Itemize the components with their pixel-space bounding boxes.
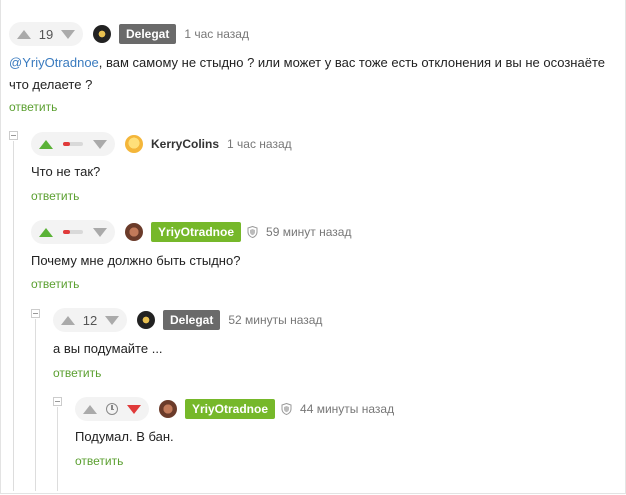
upvote-arrow-icon[interactable] [17, 29, 31, 39]
comment-1-header: 19 Delegat 1 час назад [9, 22, 249, 46]
comment-4-text: а вы подумайте ... [53, 341, 163, 356]
collapse-icon[interactable] [31, 309, 40, 318]
score: 19 [38, 26, 54, 42]
timestamp[interactable]: 1 час назад [227, 137, 292, 151]
thread-line [57, 407, 58, 491]
author-badge[interactable]: Delegat [119, 24, 177, 44]
avatar[interactable] [125, 135, 143, 153]
downvote-arrow-icon[interactable] [61, 29, 75, 39]
collapse-icon[interactable] [9, 131, 18, 140]
comment-5-text: Подумал. В бан. [75, 429, 174, 444]
timestamp[interactable]: 52 минуты назад [228, 313, 322, 327]
score: 12 [82, 312, 98, 328]
reply-link[interactable]: ответить [53, 366, 101, 380]
rating-bar-icon [63, 230, 83, 234]
rating-bar-icon [63, 142, 83, 146]
avatar[interactable] [93, 25, 111, 43]
comment-4-header: 12 Delegat 52 минуты назад [53, 308, 322, 332]
upvote-arrow-icon[interactable] [39, 139, 53, 149]
mention-link[interactable]: @YriyOtradnoe [9, 55, 99, 70]
vote-control [31, 132, 115, 156]
downvote-arrow-icon[interactable] [93, 227, 107, 237]
downvote-arrow-icon[interactable] [93, 139, 107, 149]
vote-control [31, 220, 115, 244]
comment-body: , вам самому не стыдно ? или может у вас… [98, 55, 605, 70]
collapse-icon[interactable] [53, 397, 62, 406]
author-badge[interactable]: Delegat [163, 310, 221, 330]
reply-link[interactable]: ответить [31, 277, 79, 291]
shield-icon [281, 403, 292, 415]
upvote-arrow-icon[interactable] [39, 227, 53, 237]
author-badge[interactable]: YriyOtradnoe [151, 222, 242, 242]
vote-control: 12 [53, 308, 127, 332]
timestamp[interactable]: 44 минуты назад [300, 402, 394, 416]
avatar[interactable] [125, 223, 143, 241]
vote-control [75, 397, 149, 421]
vote-control: 19 [9, 22, 83, 46]
comment-1-text: @YriyOtradnoe, вам самому не стыдно ? ил… [9, 52, 614, 96]
timestamp[interactable]: 1 час назад [184, 27, 249, 41]
thread-line [13, 141, 14, 491]
downvote-arrow-icon[interactable] [127, 404, 141, 414]
comment-body-line2: что делаете ? [9, 77, 93, 92]
upvote-arrow-icon[interactable] [61, 315, 75, 325]
comment-3-header: YriyOtradnoe 59 минут назад [31, 220, 351, 244]
clock-icon [106, 403, 118, 415]
comment-5-header: YriyOtradnoe 44 минуты назад [75, 397, 394, 421]
comment-2-text: Что не так? [31, 164, 101, 179]
timestamp[interactable]: 59 минут назад [266, 225, 351, 239]
comment-3-text: Почему мне должно быть стыдно? [31, 253, 241, 268]
upvote-arrow-icon[interactable] [83, 404, 97, 414]
reply-link[interactable]: ответить [9, 100, 57, 114]
reply-link[interactable]: ответить [75, 454, 123, 468]
downvote-arrow-icon[interactable] [105, 315, 119, 325]
author-name[interactable]: KerryColins [151, 137, 219, 151]
comment-2-header: KerryColins 1 час назад [31, 132, 292, 156]
author-badge[interactable]: YriyOtradnoe [185, 399, 276, 419]
thread-line [35, 319, 36, 491]
avatar[interactable] [159, 400, 177, 418]
shield-icon [247, 226, 258, 238]
avatar[interactable] [137, 311, 155, 329]
reply-link[interactable]: ответить [31, 189, 79, 203]
